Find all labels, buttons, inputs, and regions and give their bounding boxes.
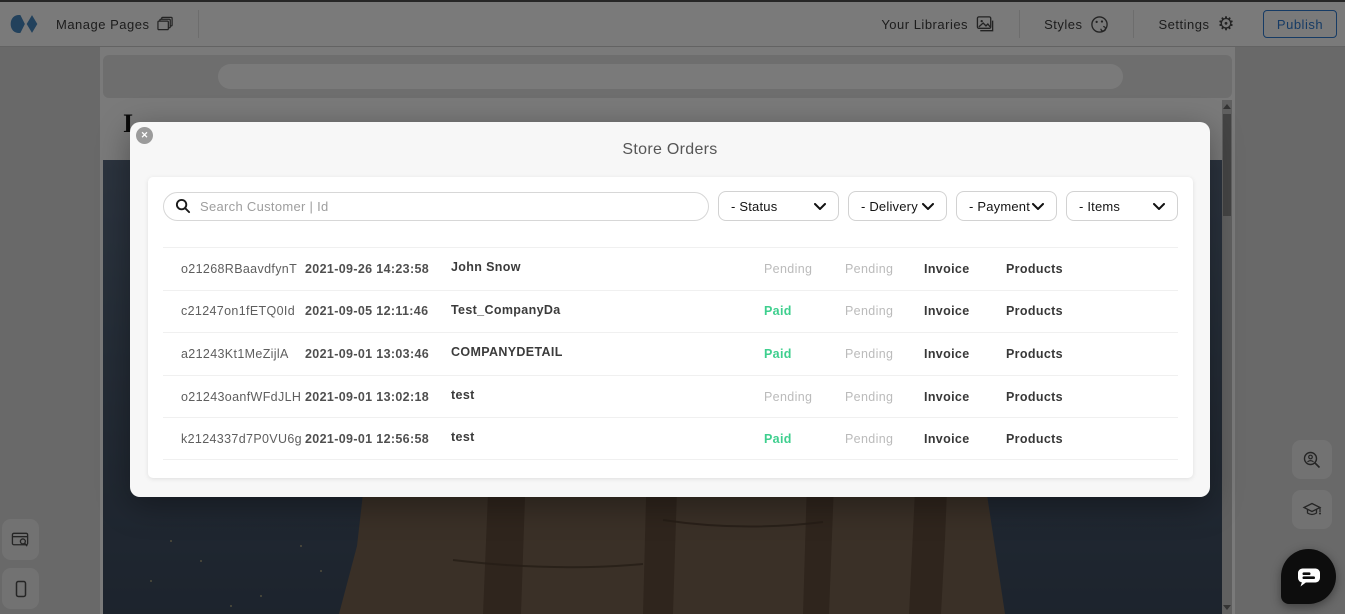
chevron-down-icon [1153, 203, 1165, 210]
order-date: 2021-09-01 12:56:58 [305, 432, 451, 446]
order-delivery: Pending [845, 262, 924, 276]
products-link[interactable]: Products [1006, 347, 1178, 361]
order-delivery: Pending [845, 432, 924, 446]
order-status: Paid [764, 304, 845, 318]
chevron-down-icon [1032, 203, 1044, 210]
chat-bubble-icon [1296, 567, 1322, 587]
chevron-down-icon [814, 203, 826, 210]
order-id: o21268RBaavdfynT [181, 262, 305, 276]
invoice-link[interactable]: Invoice [924, 347, 1006, 361]
orders-table: o21268RBaavdfynT 2021-09-26 14:23:58 Joh… [163, 247, 1178, 460]
order-customer: Test_CompanyDa [451, 303, 764, 320]
filter-label: - Status [731, 199, 777, 214]
products-link[interactable]: Products [1006, 304, 1178, 318]
filter-label: - Items [1079, 199, 1120, 214]
order-id: k2124337d7P0VU6g [181, 432, 305, 446]
order-row: a21243Kt1MeZijlA 2021-09-01 13:03:46 COM… [163, 332, 1178, 375]
order-date: 2021-09-26 14:23:58 [305, 262, 451, 276]
items-filter-select[interactable]: - Items [1066, 191, 1178, 221]
order-customer: test [451, 430, 764, 447]
order-id: c21247on1fETQ0Id [181, 304, 305, 318]
modal-title: Store Orders [130, 141, 1210, 159]
invoice-link[interactable]: Invoice [924, 432, 1006, 446]
order-customer: test [451, 388, 764, 405]
order-date: 2021-09-05 12:11:46 [305, 304, 451, 318]
filter-label: - Payment [969, 199, 1030, 214]
order-status: Pending [764, 262, 845, 276]
delivery-filter-select[interactable]: - Delivery [848, 191, 947, 221]
order-date: 2021-09-01 13:02:18 [305, 390, 451, 404]
invoice-link[interactable]: Invoice [924, 390, 1006, 404]
order-delivery: Pending [845, 304, 924, 318]
order-id: a21243Kt1MeZijlA [181, 347, 305, 361]
page-builder-app: Manage Pages Your Libraries Styles [0, 0, 1345, 614]
chevron-down-icon [922, 203, 934, 210]
orders-panel: - Status - Delivery - Payment - Items [148, 177, 1193, 478]
products-link[interactable]: Products [1006, 262, 1178, 276]
order-status: Paid [764, 432, 845, 446]
order-status: Paid [764, 347, 845, 361]
search-icon [175, 198, 191, 214]
order-row: o21268RBaavdfynT 2021-09-26 14:23:58 Joh… [163, 247, 1178, 290]
chat-widget-button[interactable] [1281, 549, 1336, 604]
order-status: Pending [764, 390, 845, 404]
search-input[interactable] [163, 192, 709, 221]
order-row: k2124337d7P0VU6g 2021-09-01 12:56:58 tes… [163, 417, 1178, 460]
store-orders-modal: ✕ Store Orders - Status - Delivery [130, 122, 1210, 497]
products-link[interactable]: Products [1006, 390, 1178, 404]
status-filter-select[interactable]: - Status [718, 191, 839, 221]
invoice-link[interactable]: Invoice [924, 304, 1006, 318]
payment-filter-select[interactable]: - Payment [956, 191, 1057, 221]
products-link[interactable]: Products [1006, 432, 1178, 446]
order-customer: John Snow [451, 260, 764, 277]
order-date: 2021-09-01 13:03:46 [305, 347, 451, 361]
order-delivery: Pending [845, 390, 924, 404]
order-customer: COMPANYDETAIL [451, 345, 764, 362]
order-row: c21247on1fETQ0Id 2021-09-05 12:11:46 Tes… [163, 290, 1178, 333]
invoice-link[interactable]: Invoice [924, 262, 1006, 276]
search-field-wrap [163, 192, 709, 221]
order-id: o21243oanfWFdJLH [181, 390, 305, 404]
order-delivery: Pending [845, 347, 924, 361]
filter-label: - Delivery [861, 199, 918, 214]
order-row: o21243oanfWFdJLH 2021-09-01 13:02:18 tes… [163, 375, 1178, 418]
